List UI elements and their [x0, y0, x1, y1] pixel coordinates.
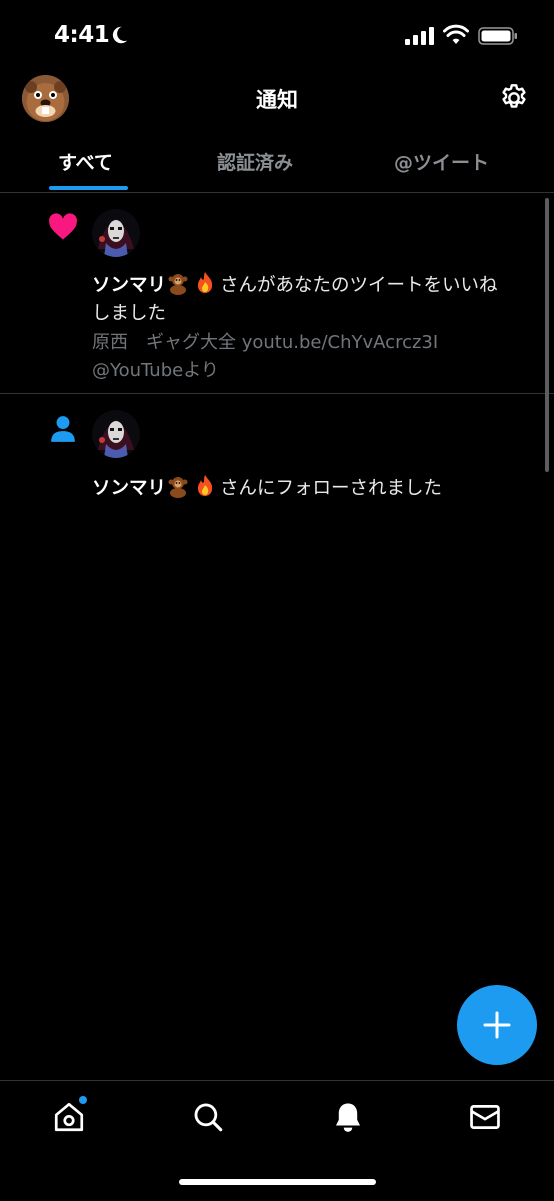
active-tab-indicator — [49, 186, 128, 190]
person-icon — [51, 416, 75, 442]
signal-icon — [405, 27, 434, 45]
monkey-emoji-icon — [168, 477, 188, 498]
user-avatar[interactable] — [92, 410, 140, 458]
home-icon[interactable] — [52, 1100, 86, 1134]
quoted-tweet-line-1: 原西 ギャグ大全 youtu.be/ChYvAcrcz3I — [92, 332, 439, 353]
home-notification-badge — [79, 1096, 87, 1104]
fire-emoji-icon — [197, 272, 213, 293]
user-avatar-image — [92, 209, 140, 257]
follow-notification-text[interactable]: ソンマリ さんにフォローされました — [92, 474, 542, 503]
search-icon[interactable] — [191, 1100, 225, 1134]
plus-icon — [483, 1011, 511, 1039]
user-name: ソンマリ — [92, 275, 167, 296]
notification-divider — [0, 393, 554, 394]
scrollbar[interactable] — [545, 198, 549, 472]
tab-verified[interactable]: 認証済み — [217, 148, 293, 175]
status-time: 4:41 — [54, 22, 110, 48]
user-avatar-image — [92, 410, 140, 458]
battery-icon — [478, 27, 517, 45]
user-avatar[interactable] — [92, 209, 140, 257]
tab-mentions[interactable]: @ツイート — [394, 148, 489, 175]
page-title: 通知 — [256, 88, 298, 112]
like-action-text-cont: しました — [92, 303, 167, 324]
tab-all[interactable]: すべて — [58, 148, 113, 175]
moon-icon — [112, 26, 128, 44]
quoted-tweet-line-2: @YouTubeより — [92, 360, 219, 381]
mail-icon[interactable] — [468, 1100, 502, 1134]
like-action-text: さんがあなたのツイートをいいね — [220, 275, 498, 296]
like-notification-text[interactable]: ソンマリ さんがあなたのツイートをいいねしました — [92, 271, 542, 328]
wifi-icon — [443, 24, 469, 44]
user-name: ソンマリ — [92, 478, 167, 499]
home-indicator[interactable] — [179, 1179, 376, 1185]
fire-emoji-icon — [197, 475, 213, 496]
monkey-emoji-icon — [168, 274, 188, 295]
tabs-divider — [0, 192, 554, 193]
bell-icon[interactable] — [331, 1100, 365, 1134]
heart-icon — [49, 213, 77, 240]
compose-tweet-button[interactable] — [457, 985, 537, 1065]
quoted-tweet-preview[interactable]: 原西 ギャグ大全 youtu.be/ChYvAcrcz3I @YouTubeより — [92, 329, 542, 385]
settings-gear-icon[interactable] — [498, 82, 530, 114]
follow-action-text: さんにフォローされました — [220, 478, 443, 499]
